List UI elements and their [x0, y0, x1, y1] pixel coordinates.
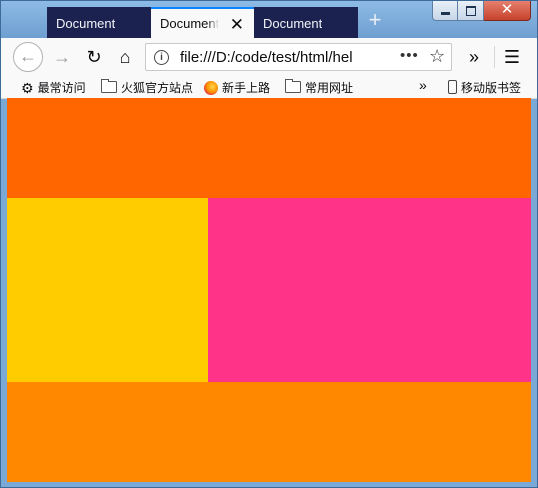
top-block: [7, 98, 531, 198]
address-bar[interactable]: i file:///D:/code/test/html/hel ••• ☆: [145, 43, 452, 71]
tab-document-2-active[interactable]: Document ✕: [151, 7, 254, 38]
maximize-icon: [466, 6, 476, 16]
bookmarks-overflow-chevron-icon[interactable]: »: [419, 77, 427, 93]
new-tab-plus-icon[interactable]: +: [365, 9, 385, 31]
right-block: [208, 198, 531, 382]
tab-strip: Document Document ✕ Document + ✕: [1, 1, 537, 38]
bookmarks-toolbar: ⚙ 最常访问 火狐官方站点 新手上路 常用网址 » 移动版书签: [1, 76, 537, 99]
bookmark-label: 火狐官方站点: [121, 81, 194, 95]
bookmark-most-visited[interactable]: ⚙ 最常访问: [21, 79, 86, 97]
toolbar-separator: [494, 46, 495, 68]
tab-label: Document: [56, 16, 116, 31]
back-arrow-icon[interactable]: ←: [13, 42, 43, 72]
site-info-icon[interactable]: i: [154, 50, 169, 65]
bookmark-getting-started[interactable]: 新手上路: [204, 79, 270, 96]
home-icon[interactable]: ⌂: [112, 44, 138, 70]
bookmark-label: 新手上路: [222, 81, 271, 95]
tab-document-3[interactable]: Document: [254, 7, 358, 38]
forward-arrow-icon[interactable]: →: [49, 44, 75, 70]
bookmark-label: 最常访问: [37, 81, 86, 95]
close-tab-icon[interactable]: ✕: [230, 16, 244, 33]
phone-icon: [448, 80, 457, 94]
maximize-button[interactable]: [458, 1, 484, 21]
bookmark-label: 移动版书签: [461, 81, 522, 95]
left-block: [7, 198, 208, 382]
bottom-block: [7, 382, 531, 482]
close-window-button[interactable]: ✕: [484, 1, 531, 21]
bookmark-star-icon[interactable]: ☆: [429, 46, 445, 67]
page-content: [7, 98, 531, 482]
reload-icon[interactable]: ↻: [81, 44, 107, 70]
bookmark-firefox-official[interactable]: 火狐官方站点: [101, 79, 193, 96]
tab-label: Document: [160, 16, 220, 31]
minimize-button[interactable]: [432, 1, 458, 21]
tab-label: Document: [263, 16, 323, 31]
folder-icon: [285, 79, 301, 93]
bookmark-common-sites[interactable]: 常用网址: [285, 79, 353, 96]
tab-document-1[interactable]: Document: [47, 7, 151, 38]
mobile-bookmarks[interactable]: 移动版书签: [448, 79, 521, 96]
minimize-icon: [441, 12, 450, 15]
browser-window: Document Document ✕ Document + ✕ ← → ↻ ⌂…: [0, 0, 538, 488]
hamburger-menu-icon[interactable]: ☰: [499, 44, 525, 70]
folder-icon: [101, 79, 117, 93]
firefox-icon: [204, 81, 218, 95]
navigation-toolbar: ← → ↻ ⌂ i file:///D:/code/test/html/hel …: [1, 38, 537, 76]
close-icon: ✕: [500, 1, 514, 18]
gear-icon: ⚙: [21, 80, 34, 96]
overflow-chevron-icon[interactable]: »: [461, 44, 487, 70]
page-actions-icon[interactable]: •••: [400, 47, 419, 64]
bookmark-label: 常用网址: [305, 81, 354, 95]
url-text[interactable]: file:///D:/code/test/html/hel: [180, 49, 395, 66]
